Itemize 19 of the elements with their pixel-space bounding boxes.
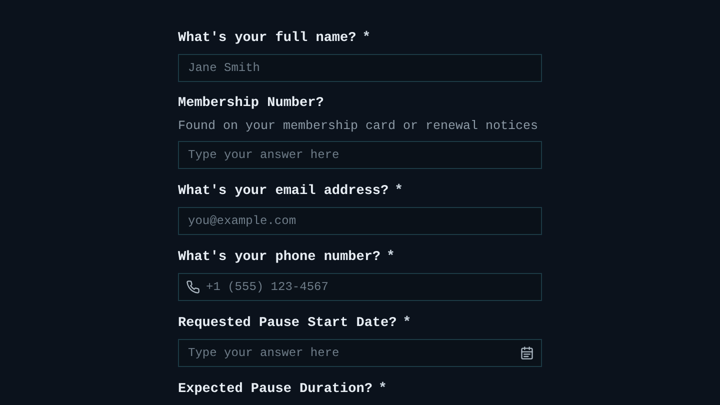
question-label: What's your phone number? xyxy=(178,250,381,265)
date-field[interactable]: Type your answer here xyxy=(178,339,542,367)
required-mark: * xyxy=(394,183,404,199)
input-field[interactable]: you@example.com xyxy=(178,207,542,235)
question-label: What's your full name? xyxy=(178,31,356,46)
input-field[interactable]: Jane Smith xyxy=(178,54,542,82)
question-label: What's your email address? xyxy=(178,184,389,199)
question-label: Expected Pause Duration? xyxy=(178,382,372,397)
hint-text: Found on your membership card or renewal notices xyxy=(178,118,540,134)
required-mark: * xyxy=(362,30,371,46)
question-label: Membership Number? xyxy=(178,96,324,111)
required-mark: * xyxy=(402,315,412,331)
question-label: Requested Pause Start Date? xyxy=(178,316,397,331)
phone-field[interactable]: +1 (555) 123-4567 xyxy=(178,273,542,301)
required-mark: * xyxy=(386,249,395,265)
input-field[interactable]: Type your answer here xyxy=(178,141,542,169)
required-mark: * xyxy=(378,381,387,397)
phone-icon xyxy=(186,280,200,294)
calendar-icon[interactable] xyxy=(520,346,534,360)
